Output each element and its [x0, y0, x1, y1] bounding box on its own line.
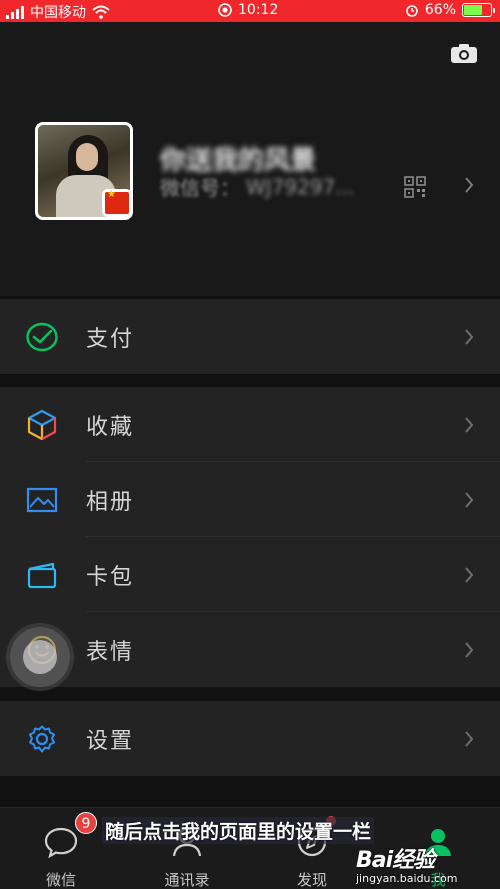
menu-label-settings: 设置 [86, 728, 135, 754]
menu-item-cards[interactable]: 卡包 [0, 537, 500, 612]
chevron-right-icon [464, 177, 474, 193]
menu-label-cards: 卡包 [86, 564, 135, 590]
card-wallet-icon [27, 562, 57, 589]
chat-icon [44, 827, 78, 858]
menu-item-settings[interactable]: 设置 [0, 701, 500, 776]
tab-label-contacts: 通讯录 [164, 871, 210, 889]
camera-icon[interactable] [450, 42, 478, 64]
watermark-url: jingyan.baidu.com [356, 872, 458, 885]
watermark-brand: Bai经验 [356, 848, 435, 873]
battery-icon [462, 3, 495, 17]
wechat-id-label: 微信号： [160, 176, 240, 200]
avatar[interactable] [35, 122, 133, 220]
assistive-touch-button[interactable] [10, 627, 70, 687]
wechat-id-value: WJ79297... [246, 174, 355, 199]
chevron-right-icon [464, 492, 474, 508]
baidu-jingyan-watermark: Bai经验 jingyan.baidu.com [356, 842, 458, 885]
pay-group: 支付 [0, 299, 500, 374]
favorites-cube-icon [27, 409, 57, 441]
profile-header[interactable]: 你送我的风景 微信号： WJ79297... [0, 22, 500, 296]
status-bar: 中国移动 10:12 66% [0, 0, 500, 22]
tab-label-chats: 微信 [45, 871, 76, 889]
unread-badge: 9 [75, 812, 97, 834]
menu-label-pay: 支付 [86, 326, 135, 352]
alarm-icon [406, 5, 418, 17]
menu-label-album: 相册 [86, 489, 135, 515]
clock: 10:12 [238, 2, 279, 18]
album-icon [26, 487, 58, 513]
carrier-label: 中国移动 [30, 5, 86, 21]
wechat-id: 微信号： WJ79297... [160, 172, 354, 201]
wifi-icon [92, 5, 110, 19]
chevron-right-icon [464, 731, 474, 747]
battery-percent: 66% [424, 2, 456, 18]
menu-item-favorites[interactable]: 收藏 [0, 387, 500, 462]
signal-icon [6, 5, 24, 19]
menu-item-stickers[interactable]: 表情 [0, 612, 500, 687]
china-flag-icon [102, 189, 130, 217]
orientation-lock-icon [218, 3, 232, 17]
menu-item-pay[interactable]: 支付 [0, 299, 500, 374]
chevron-right-icon [464, 329, 474, 345]
chevron-right-icon [464, 417, 474, 433]
qr-code-icon[interactable] [404, 176, 426, 198]
chevron-right-icon [464, 567, 474, 583]
menu-label-favorites: 收藏 [86, 414, 135, 440]
gear-icon [29, 725, 55, 753]
settings-group: 设置 [0, 701, 500, 776]
tab-label-discover: 发现 [296, 871, 327, 889]
pay-icon [26, 322, 58, 352]
services-group: 收藏 相册 卡包 表情 [0, 387, 500, 687]
menu-item-album[interactable]: 相册 [0, 462, 500, 537]
menu-label-stickers: 表情 [86, 639, 135, 665]
chevron-right-icon [464, 642, 474, 658]
tutorial-caption: 随后点击我的页面里的设置一栏 [102, 817, 375, 844]
